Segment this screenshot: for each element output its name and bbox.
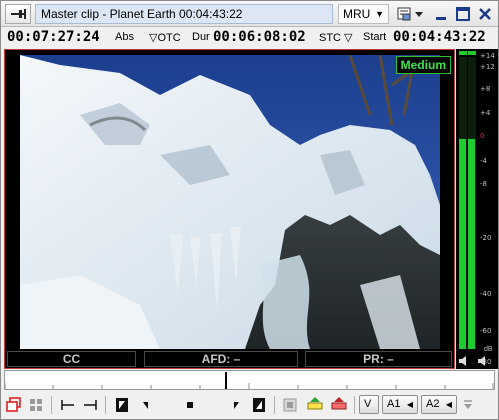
grid-view-button[interactable] [27,395,45,415]
peak-indicator-ch1 [459,51,467,55]
close-icon [479,8,491,20]
overwrite-edit-icon [331,397,347,410]
grid-icon [30,399,42,411]
meter-scale-label: -20 [480,234,492,242]
go-to-in-icon [61,400,74,410]
duration-timecode[interactable]: 00:06:08:02 [213,29,306,45]
video-frame [20,55,440,349]
mark-in-button[interactable] [113,395,131,415]
meter-level-ch1 [459,139,466,349]
meter-scale-label: +8 [480,85,491,93]
stc-toggle[interactable]: STC ▽ [319,31,353,44]
abs-timecode[interactable]: 00:07:27:24 [7,29,100,45]
pin-button[interactable] [5,4,31,24]
match-frame-button[interactable] [281,395,299,415]
timecode-bar: 00:07:27:24 Abs ▽OTC Dur 00:06:08:02 STC… [1,28,498,48]
audio-meter[interactable]: +14 +12 +8 +4 0 -4 -8 -20 -40 -60 -80 dB [456,49,498,369]
toolbar-separator [354,396,355,414]
step-forward-button[interactable] [227,395,245,415]
start-label: Start [363,31,387,43]
mark-in-icon [116,398,128,412]
pr-status: PR: – [305,351,452,367]
step-forward-icon [234,402,239,409]
track-a1-label: A1 [387,398,401,410]
stop-icon [187,402,193,408]
meter-scale-label: -60 [480,327,492,335]
title-bar: Master clip - Planet Earth 00:04:43:22 M… [1,1,498,27]
speaker-controls[interactable] [458,355,494,367]
playhead[interactable] [225,372,227,389]
go-to-in-button[interactable] [59,395,77,415]
mark-out-icon [253,398,265,412]
otc-toggle[interactable]: ▽OTC [149,31,181,44]
meter-scale-label: +14 [480,52,495,60]
toolbar-separator [274,396,275,414]
peak-indicator-ch2 [468,51,476,55]
step-back-button[interactable] [137,395,155,415]
maximize-icon [456,7,470,21]
toolbar-overflow-button[interactable] [461,395,475,415]
go-to-out-button[interactable] [81,395,99,415]
monitor-status-bar: CC AFD: – PR: – [7,351,452,367]
mru-label: MRU [343,7,371,21]
close-button[interactable] [475,4,495,24]
speaker-icon [459,356,485,366]
mark-out-button[interactable] [250,395,268,415]
frozen-waterfall-frame [20,55,440,349]
properties-icon [397,7,423,21]
toolbar-separator [105,396,106,414]
insert-edit-button[interactable] [305,395,325,415]
playback-quality-badge[interactable]: Medium [395,56,451,74]
go-to-out-icon [84,400,97,410]
minimize-icon [436,17,446,20]
track-a2-button[interactable]: A2 ◀ [421,395,457,414]
track-v-button[interactable]: V [359,395,379,414]
track-v-label: V [364,398,372,410]
afd-status: AFD: – [144,351,298,367]
stop-button[interactable] [181,395,199,415]
clip-properties-button[interactable] [396,5,426,23]
toggle-source-record-button[interactable] [5,395,23,415]
meter-scale-label: 0 [480,132,485,140]
track-a2-label: A2 [426,398,440,410]
position-bar-ticks [5,383,494,389]
position-bar[interactable] [4,370,495,390]
overwrite-edit-button[interactable] [329,395,349,415]
meter-level-ch2 [468,139,475,349]
transport-toolbar: V A1 ◀ A2 ◀ [1,392,498,418]
abs-label[interactable]: Abs [115,31,134,43]
meter-scale-label: -4 [480,157,487,165]
pin-icon [11,9,26,19]
chevron-left-icon: ◀ [445,400,452,409]
source-monitor-window: Master clip - Planet Earth 00:04:43:22 M… [0,0,499,420]
dur-label: Dur [192,31,210,43]
match-frame-icon [283,398,297,412]
clip-name-menu[interactable]: Master clip - Planet Earth 00:04:43:22 [35,4,333,24]
source-record-icon [6,397,21,412]
chevron-left-icon: ◀ [406,400,413,409]
track-a1-button[interactable]: A1 ◀ [382,395,418,414]
db-unit-label: dB [484,346,493,353]
chevron-down-icon [464,400,472,409]
meter-scale-label: -40 [480,290,492,298]
toolbar-separator [51,396,52,414]
minimize-button[interactable] [431,4,451,24]
meter-scale-label: +12 [480,63,495,71]
chevron-down-icon: ▼ [375,9,384,19]
step-back-icon [143,402,148,409]
cc-status: CC [7,351,136,367]
insert-edit-icon [307,397,323,410]
video-monitor[interactable]: Medium CC AFD: – PR: – [4,49,455,369]
meter-scale-label: +4 [480,109,491,117]
mru-dropdown[interactable]: MRU ▼ [338,4,389,24]
maximize-button[interactable] [453,4,473,24]
meter-scale-label: -8 [480,180,487,188]
start-timecode[interactable]: 00:04:43:22 [393,29,486,45]
